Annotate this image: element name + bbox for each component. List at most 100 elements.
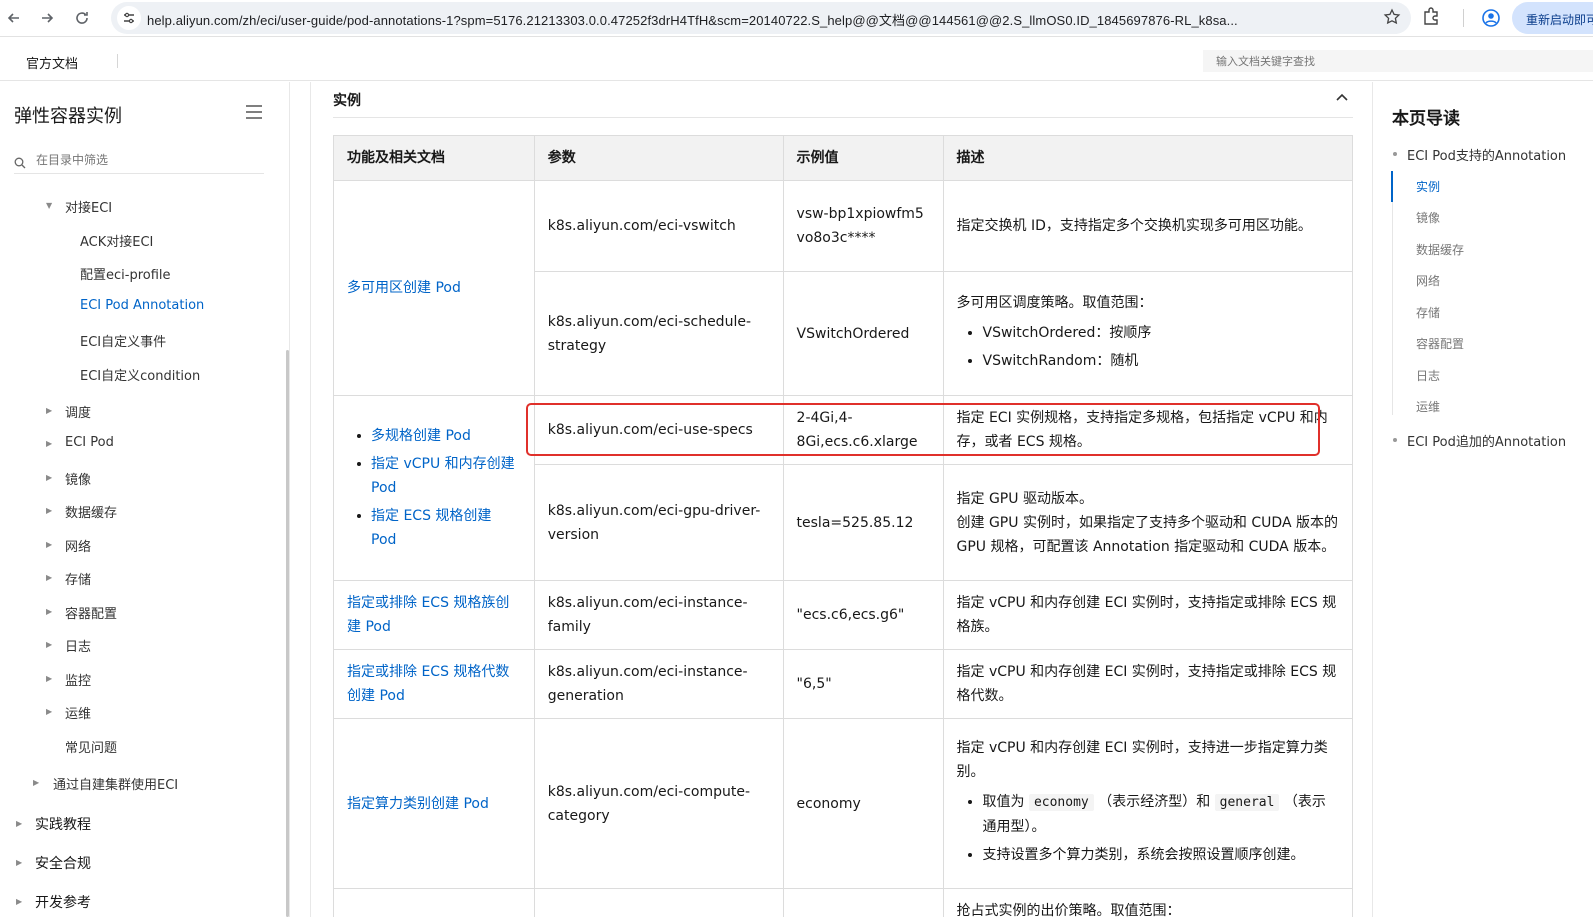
- multi-spec-link[interactable]: 多规格创建 Pod: [371, 428, 471, 444]
- sidebar-item-data-cache[interactable]: 数据缓存: [65, 502, 117, 521]
- caret-right-icon[interactable]: ▶: [46, 640, 52, 649]
- bookmark-star-icon[interactable]: [1383, 8, 1401, 30]
- caret-right-icon[interactable]: ▶: [46, 473, 52, 482]
- browser-toolbar: help.aliyun.com/zh/eci/user-guide/pod-an…: [0, 0, 1593, 37]
- caret-right-icon[interactable]: ▶: [46, 707, 52, 716]
- caret-right-icon[interactable]: ▶: [46, 540, 52, 549]
- reload-icon[interactable]: [68, 4, 96, 32]
- sidebar-item-image[interactable]: 镜像: [65, 469, 91, 488]
- example-cell: tesla=525.85.12: [782, 464, 944, 581]
- sidebar-scrollbar[interactable]: [286, 350, 289, 917]
- table-row: 多规格创建 Pod 指定 vCPU 和内存创建 Pod 指定 ECS 规格创建 …: [333, 395, 1353, 581]
- toc-item-appended-annotations[interactable]: ECI Pod追加的Annotation: [1392, 431, 1566, 450]
- code-economy: economy: [1028, 794, 1094, 811]
- description-cell: 指定 ECI 实例规格，支持指定多规格，包括指定 vCPU 和内存，或者 ECS…: [942, 395, 1353, 465]
- vcpu-memory-link[interactable]: 指定 vCPU 和内存创建 Pod: [371, 456, 515, 496]
- sidebar-item-eci-integration[interactable]: 对接ECI: [65, 197, 112, 216]
- sidebar-item-logs[interactable]: 日志: [65, 636, 91, 655]
- description-line: 创建 GPU 实例时，如果指定了支持多个驱动和 CUDA 版本的 GPU 规格，…: [956, 514, 1338, 555]
- caret-right-icon[interactable]: ▶: [16, 858, 22, 867]
- url-text[interactable]: help.aliyun.com/zh/eci/user-guide/pod-an…: [147, 10, 1377, 29]
- function-cell: [333, 888, 535, 917]
- caret-right-icon[interactable]: ▶: [46, 439, 52, 448]
- main-content: 实例 功能及相关文档 参数 示例值 描述 多可用区创建 Pod k8s.aliy…: [310, 82, 1373, 917]
- site-info-icon[interactable]: [117, 6, 141, 30]
- caret-right-icon[interactable]: ▶: [46, 506, 52, 515]
- instance-family-link[interactable]: 指定或排除 ECS 规格族创建 Pod: [347, 595, 509, 635]
- list-item: 取值为 economy （表示经济型）和 general （表示通用型）。: [957, 790, 1340, 839]
- compute-category-link[interactable]: 指定算力类别创建 Pod: [347, 796, 489, 812]
- page-toc: 本页导读 ECI Pod支持的Annotation 实例 镜像 数据缓存 网络 …: [1374, 82, 1593, 917]
- header-divider: [117, 54, 118, 68]
- sidebar-item-self-built[interactable]: 通过自建集群使用ECI: [53, 774, 178, 793]
- sidebar-item-storage[interactable]: 存储: [65, 569, 91, 588]
- caret-right-icon[interactable]: ▶: [46, 406, 52, 415]
- param-cell: k8s.aliyun.com/eci-instance-generation: [533, 649, 784, 719]
- instance-generation-link[interactable]: 指定或排除 ECS 规格代数创建 Pod: [347, 664, 509, 704]
- relaunch-button[interactable]: 重新启动即可: [1512, 2, 1593, 34]
- sidebar-item-ops[interactable]: 运维: [65, 703, 91, 722]
- chevron-up-icon[interactable]: [1335, 90, 1349, 109]
- doc-search-box[interactable]: [1203, 50, 1593, 73]
- toc-item-storage[interactable]: 存储: [1416, 304, 1440, 321]
- toc-item-supported-annotations[interactable]: ECI Pod支持的Annotation: [1392, 145, 1566, 164]
- sidebar-item-network[interactable]: 网络: [65, 536, 91, 555]
- back-icon[interactable]: [0, 4, 28, 32]
- sidebar-item-ack[interactable]: ACK对接ECI: [80, 231, 153, 250]
- list-item: VSwitchOrdered：按顺序: [957, 321, 1340, 345]
- caret-right-icon[interactable]: ▶: [46, 674, 52, 683]
- sidebar-item-eci-pod[interactable]: ECI Pod: [65, 435, 114, 450]
- forward-icon[interactable]: [33, 4, 61, 32]
- sidebar-item-eci-profile[interactable]: 配置eci-profile: [80, 264, 171, 283]
- menu-icon[interactable]: [245, 104, 263, 124]
- sidebar-item-pod-annotation[interactable]: ECI Pod Annotation: [80, 298, 204, 313]
- ecs-spec-link[interactable]: 指定 ECS 规格创建 Pod: [371, 508, 491, 548]
- caret-right-icon[interactable]: ▶: [46, 573, 52, 582]
- toc-title: 本页导读: [1392, 109, 1460, 129]
- toc-item-network[interactable]: 网络: [1416, 272, 1440, 289]
- sidebar-item-tutorials[interactable]: 实践教程: [35, 814, 91, 834]
- sidebar-item-monitoring[interactable]: 监控: [65, 670, 91, 689]
- function-cell: 指定或排除 ECS 规格族创建 Pod: [333, 580, 535, 650]
- sidebar-filter-input[interactable]: [36, 150, 256, 170]
- sidebar-item-security[interactable]: 安全合规: [35, 853, 91, 873]
- toc-item-container-config[interactable]: 容器配置: [1416, 335, 1464, 352]
- profile-icon[interactable]: [1481, 8, 1501, 32]
- description-list: 取值为 economy （表示经济型）和 general （表示通用型）。 支持…: [957, 790, 1340, 867]
- caret-right-icon[interactable]: ▶: [16, 819, 22, 828]
- column-header: 描述: [942, 135, 1353, 181]
- multi-az-link[interactable]: 多可用区创建 Pod: [347, 280, 461, 296]
- toc-item-instance[interactable]: 实例: [1416, 178, 1440, 195]
- extensions-icon[interactable]: [1421, 6, 1441, 30]
- doc-search-input[interactable]: [1203, 50, 1593, 73]
- sidebar-item-container-config[interactable]: 容器配置: [65, 603, 117, 622]
- param-cell: k8s.aliyun.com/eci-instance-family: [533, 580, 784, 650]
- sidebar-item-scheduling[interactable]: 调度: [65, 402, 91, 421]
- caret-right-icon[interactable]: ▶: [33, 778, 39, 787]
- text-fragment: （表示经济型）和: [1098, 794, 1211, 810]
- list-item: 支持设置多个算力类别，系统会按照设置顺序创建。: [957, 843, 1340, 867]
- toc-item-ops[interactable]: 运维: [1416, 398, 1440, 415]
- example-cell: economy: [782, 718, 944, 889]
- search-icon: [14, 154, 26, 173]
- toc-item-logs[interactable]: 日志: [1416, 367, 1440, 384]
- caret-right-icon[interactable]: ▶: [46, 607, 52, 616]
- sidebar-item-faq[interactable]: 常见问题: [65, 737, 117, 756]
- description-intro: 多可用区调度策略。取值范围：: [956, 294, 1153, 311]
- toc-item-data-cache[interactable]: 数据缓存: [1416, 241, 1464, 258]
- list-item: VSwitchRandom：随机: [957, 349, 1340, 373]
- section-header[interactable]: 实例: [333, 82, 1353, 118]
- caret-down-icon[interactable]: ▼: [46, 201, 52, 210]
- address-bar[interactable]: help.aliyun.com/zh/eci/user-guide/pod-an…: [111, 2, 1411, 34]
- table-row: 指定或排除 ECS 规格代数创建 Pod k8s.aliyun.com/eci-…: [333, 649, 1353, 719]
- annotation-table: 功能及相关文档 参数 示例值 描述 多可用区创建 Pod k8s.aliyun.…: [333, 135, 1353, 917]
- official-docs-link[interactable]: 官方文档: [26, 53, 78, 72]
- caret-right-icon[interactable]: ▶: [16, 897, 22, 906]
- doc-sidebar: 弹性容器实例 ▼ 对接ECI ACK对接ECI 配置eci-profile EC…: [0, 82, 290, 917]
- sidebar-item-custom-event[interactable]: ECI自定义事件: [80, 331, 166, 350]
- toc-item-image[interactable]: 镜像: [1416, 209, 1440, 226]
- description-list: VSwitchOrdered：按顺序 VSwitchRandom：随机: [957, 321, 1340, 373]
- sidebar-item-custom-condition[interactable]: ECI自定义condition: [80, 365, 200, 384]
- sidebar-item-dev-ref[interactable]: 开发参考: [35, 892, 91, 912]
- sidebar-filter[interactable]: [14, 148, 264, 174]
